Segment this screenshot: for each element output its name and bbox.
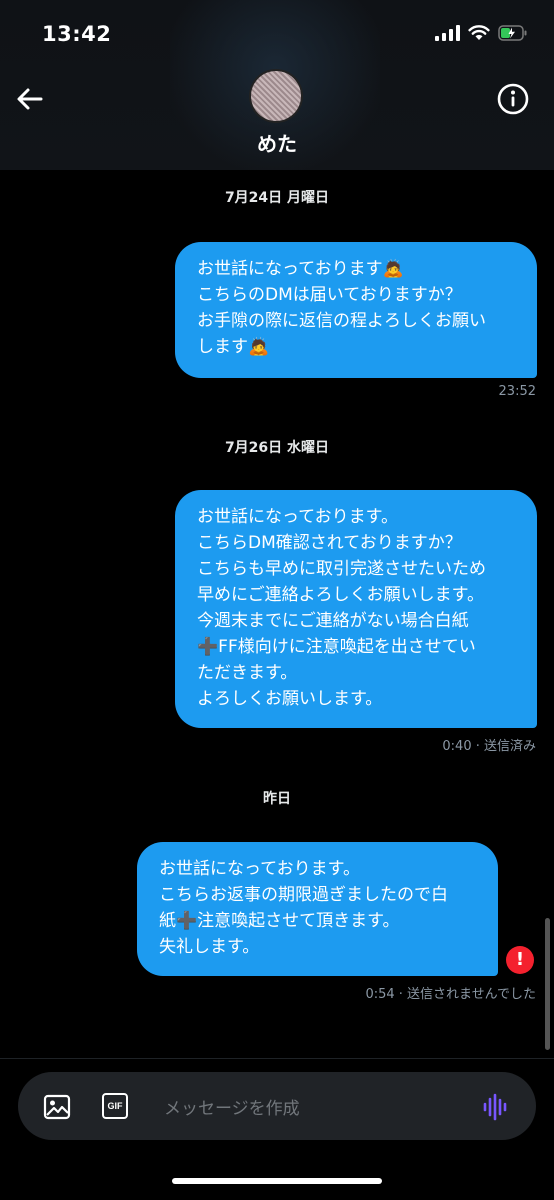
message-composer[interactable]: GIF メッセージを作成 <box>18 1072 536 1140</box>
info-icon[interactable] <box>496 82 530 116</box>
message-input[interactable]: メッセージを作成 <box>164 1094 300 1119</box>
gif-button[interactable]: GIF <box>102 1093 128 1119</box>
date-separator: 7月26日 水曜日 <box>224 440 330 456</box>
message-text: お世話になっております。 こちらDM確認されておりますか？ こちらも早めに取引完… <box>197 507 486 709</box>
battery-charging-icon <box>498 24 527 41</box>
avatar[interactable] <box>251 71 301 121</box>
home-indicator[interactable] <box>172 1178 382 1184</box>
message-text: お世話になっております。 こちらお返事の期限過ぎましたので白 紙➕注意喚起させて… <box>159 859 448 957</box>
signal-icon <box>435 24 460 41</box>
image-icon[interactable] <box>42 1092 72 1122</box>
back-arrow-icon[interactable] <box>14 83 46 115</box>
message-text: お世話になっております🙇 こちらのDMは届いておりますか？ お手隙の際に返信の程… <box>197 259 486 357</box>
message-bubble[interactable]: お世話になっております🙇 こちらのDMは届いておりますか？ お手隙の際に返信の程… <box>175 242 537 378</box>
voice-message-icon[interactable] <box>480 1092 510 1122</box>
message-timestamp: 23:52 <box>498 384 536 399</box>
send-error-icon[interactable]: ! <box>506 946 534 974</box>
status-bar: 13:42 <box>0 0 554 72</box>
status-time: 13:42 <box>42 22 112 46</box>
scrollbar[interactable] <box>545 918 550 1050</box>
date-separator: 7月24日 月曜日 <box>224 190 330 206</box>
status-icons <box>435 24 528 41</box>
message-status: 0:40 · 送信済み <box>442 739 536 754</box>
message-status: 0:54 · 送信されませんでした <box>365 987 536 1002</box>
message-bubble[interactable]: お世話になっております。 こちらDM確認されておりますか？ こちらも早めに取引完… <box>175 490 537 728</box>
message-bubble[interactable]: お世話になっております。 こちらお返事の期限過ぎましたので白 紙➕注意喚起させて… <box>137 842 498 976</box>
composer-divider <box>0 1058 554 1059</box>
contact-name[interactable]: めた <box>0 128 554 157</box>
date-separator: 昨日 <box>263 791 291 807</box>
wifi-icon <box>468 25 490 40</box>
